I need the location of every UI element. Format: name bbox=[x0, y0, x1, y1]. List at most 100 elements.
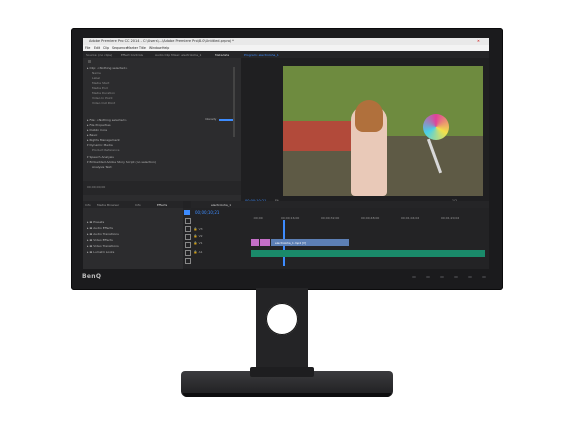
metadata-row[interactable]: ▸ Dublin Core bbox=[87, 128, 107, 132]
track-header[interactable]: 🔒 V3 bbox=[191, 227, 251, 233]
tab-effects[interactable]: Effects bbox=[157, 203, 167, 207]
ruler-tick: 00;00;48;00 bbox=[361, 216, 380, 220]
tab-audio-clip-mixer[interactable]: Audio Clip Mixer: electroloha_1 bbox=[155, 53, 201, 57]
tab-info-2[interactable]: Info bbox=[135, 203, 141, 207]
metadata-panel: Source: (no clips) Effect Controls Audio… bbox=[83, 51, 241, 201]
monitor-control-button[interactable] bbox=[454, 276, 458, 278]
effects-item-label: Audio Transitions bbox=[93, 232, 119, 236]
monitor-control-button[interactable] bbox=[412, 276, 416, 278]
title-bar: Adobe Premiere Pro CC 2014 - C:\Users\..… bbox=[83, 38, 489, 45]
clip-audio[interactable] bbox=[251, 250, 485, 257]
tab-source[interactable]: Source: (no clips) bbox=[86, 53, 112, 57]
metadata-row-label: Dublin Core bbox=[89, 128, 108, 132]
metadata-row[interactable]: ▾ Speech Analysis bbox=[87, 155, 114, 159]
metadata-row-label: Basic bbox=[89, 133, 98, 137]
tab-sequence[interactable]: electroloha_1 bbox=[211, 203, 231, 207]
track-name: A1 bbox=[198, 250, 203, 254]
effects-item[interactable]: ▸ ▬ Lumetri Looks bbox=[87, 250, 114, 254]
clip-video[interactable]: electroloha_1.mp4 [V] bbox=[271, 239, 349, 246]
effects-item[interactable]: ▸ ▬ Presets bbox=[87, 220, 104, 224]
monitor-control-button[interactable] bbox=[440, 276, 444, 278]
video-feather-duster bbox=[423, 114, 449, 140]
menu-window[interactable]: Window bbox=[149, 46, 162, 50]
metadata-tab-row: Source: (no clips) Effect Controls Audio… bbox=[83, 51, 241, 58]
effects-panel: Info Media Browser Info Effects ▸ ▬ Pres… bbox=[83, 201, 183, 269]
metadata-row: Video Out Point bbox=[92, 101, 116, 105]
monitor-brand-logo: BenQ bbox=[82, 273, 102, 280]
tab-effect-controls[interactable]: Effect Controls bbox=[121, 53, 143, 57]
video-girl-hair bbox=[355, 100, 383, 132]
menu-title[interactable]: Title bbox=[139, 46, 146, 50]
metadata-row-label: File Properties bbox=[89, 123, 111, 127]
metadata-row[interactable]: ▸ File: <Nothing selected> bbox=[87, 118, 127, 122]
tab-program[interactable]: Program: electroloha_1 bbox=[244, 53, 279, 57]
effects-item[interactable]: ▸ ▬ Video Effects bbox=[87, 238, 113, 242]
monitor-power-button[interactable] bbox=[482, 276, 486, 278]
timeline-tab-row: electroloha_1 bbox=[191, 201, 489, 208]
tab-metadata[interactable]: Metadata bbox=[215, 53, 229, 57]
track-header[interactable]: 🔒 V2 bbox=[191, 234, 251, 240]
metadata-timecode: 00;00;00;00 bbox=[87, 185, 106, 189]
metadata-row[interactable]: ▸ File Properties bbox=[87, 123, 111, 127]
effects-item-label: Audio Effects bbox=[93, 226, 113, 230]
metadata-row-label: Speech Analysis bbox=[89, 155, 114, 159]
screen: Adobe Premiere Pro CC 2014 - C:\Users\..… bbox=[83, 38, 489, 269]
effects-item[interactable]: ▸ ▬ Video Transitions bbox=[87, 244, 119, 248]
track-header[interactable]: 🔒 A1 bbox=[191, 250, 251, 256]
metadata-row[interactable]: ▾ Dynamic Media bbox=[87, 143, 113, 147]
intensity-label: Intensity bbox=[205, 118, 217, 121]
effects-item[interactable]: ▸ ▬ Audio Effects bbox=[87, 226, 113, 230]
monitor-control-button[interactable] bbox=[426, 276, 430, 278]
effects-item[interactable]: ▸ ▬ Audio Transitions bbox=[87, 232, 119, 236]
ruler-tick: :00;00 bbox=[253, 216, 263, 220]
metadata-row: Media End bbox=[92, 86, 108, 90]
clip-fx[interactable] bbox=[260, 239, 270, 246]
menu-help[interactable]: Help bbox=[162, 46, 169, 50]
menu-clip[interactable]: Clip bbox=[103, 46, 109, 50]
metadata-row[interactable]: ▸ Basic bbox=[87, 133, 97, 137]
tools-panel bbox=[183, 208, 191, 268]
clip-fx[interactable] bbox=[251, 239, 259, 246]
metadata-row: Analysis Text: bbox=[92, 165, 113, 169]
close-icon[interactable]: ✕ bbox=[477, 39, 480, 43]
metadata-row: Video In Point bbox=[92, 96, 113, 100]
metadata-row-label: Dynamic Media bbox=[89, 143, 113, 147]
metadata-row: Media Duration bbox=[92, 91, 115, 95]
track-name: V3 bbox=[198, 227, 203, 231]
metadata-row[interactable]: ▾ Embedded Adobe Story Script (no select… bbox=[87, 160, 156, 164]
ruler-tick: 00;01;04;02 bbox=[401, 216, 420, 220]
track-name: V1 bbox=[198, 241, 203, 245]
track-header[interactable]: 🔒 V1 bbox=[191, 241, 251, 247]
metadata-row-label: File: <Nothing selected> bbox=[89, 118, 127, 122]
monitor-neck bbox=[250, 367, 314, 377]
effects-item-label: Lumetri Looks bbox=[93, 250, 115, 254]
program-video-frame bbox=[283, 66, 483, 196]
scrollbar[interactable] bbox=[233, 67, 235, 137]
metadata-row-label: Embedded Adobe Story Script (no selectio… bbox=[89, 160, 157, 164]
search-icon[interactable] bbox=[88, 60, 91, 63]
timeline-panel: electroloha_1 00;00;10;21 :00;00 00;00;1… bbox=[191, 201, 489, 269]
metadata-row-label: Clip: <Nothing selected> bbox=[89, 66, 128, 70]
metadata-row[interactable]: ▸ Rights Management bbox=[87, 138, 120, 142]
metadata-row: Label bbox=[92, 76, 101, 80]
menu-sequence[interactable]: Sequence bbox=[112, 46, 128, 50]
tab-info[interactable]: Info bbox=[85, 203, 91, 207]
metadata-row[interactable]: ▸ Clip: <Nothing selected> bbox=[87, 66, 128, 70]
metadata-row: Media Start bbox=[92, 81, 110, 85]
menu-marker[interactable]: Marker bbox=[127, 46, 138, 50]
track-name: V2 bbox=[198, 234, 203, 238]
monitor-control-button[interactable] bbox=[468, 276, 472, 278]
metadata-footer: 00;00;00;00 bbox=[83, 181, 241, 195]
metadata-row-label: Rights Management bbox=[89, 138, 120, 142]
metadata-row: Name bbox=[92, 71, 101, 75]
effects-item-label: Video Effects bbox=[93, 238, 113, 242]
intensity-slider[interactable] bbox=[219, 119, 233, 121]
menu-file[interactable]: File bbox=[85, 46, 90, 50]
monitor-base-edge bbox=[183, 393, 391, 397]
menu-edit[interactable]: Edit bbox=[94, 46, 100, 50]
window-title: Adobe Premiere Pro CC 2014 - C:\Users\..… bbox=[89, 39, 234, 43]
tab-media-browser[interactable]: Media Browser bbox=[97, 203, 119, 207]
effects-tab-row: Info Media Browser Info Effects bbox=[83, 201, 183, 208]
selection-tool-icon[interactable] bbox=[184, 210, 190, 215]
metadata-row: Product Reference bbox=[92, 148, 120, 152]
